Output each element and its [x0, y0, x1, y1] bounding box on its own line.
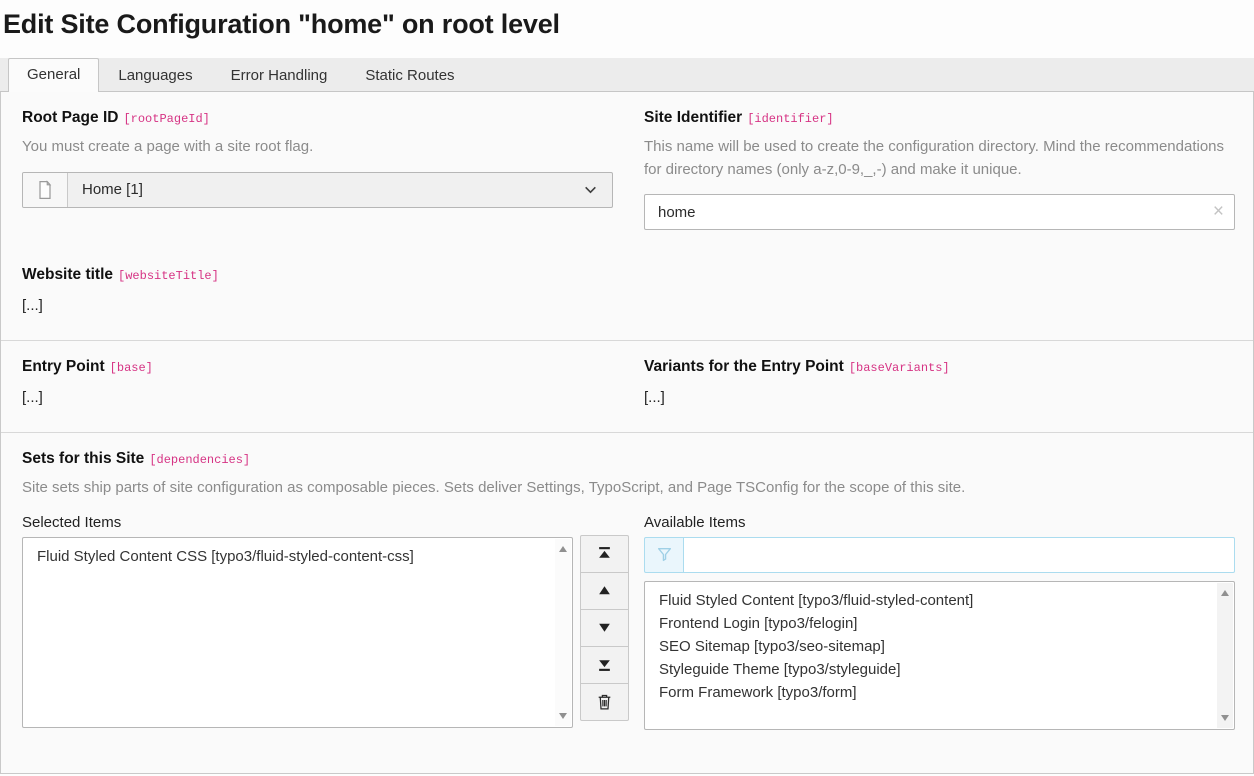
- field-label: Site Identifier [identifier]: [644, 109, 1235, 127]
- tab-general[interactable]: General: [8, 58, 99, 92]
- field-label-text: Website title: [22, 266, 113, 283]
- field-label-text: Variants for the Entry Point: [644, 358, 844, 375]
- base-variants-collapsed-toggle[interactable]: [...]: [644, 389, 665, 406]
- move-up-button[interactable]: [580, 572, 629, 610]
- available-items-list[interactable]: Fluid Styled Content [typo3/fluid-styled…: [644, 581, 1235, 730]
- field-base-variants: Variants for the Entry Point [baseVariant…: [644, 358, 1235, 406]
- tabbar: General Languages Error Handling Static …: [0, 58, 1254, 92]
- scroll-up-icon[interactable]: [1221, 590, 1229, 596]
- field-code: [baseVariants]: [849, 361, 950, 375]
- scroll-down-icon[interactable]: [1221, 715, 1229, 721]
- move-down-button[interactable]: [580, 609, 629, 647]
- list-item[interactable]: SEO Sitemap [typo3/seo-sitemap]: [659, 635, 1208, 658]
- section-entry-point: Entry Point [base] [...] Variants for the…: [1, 341, 1253, 433]
- move-to-top-button[interactable]: [580, 535, 629, 573]
- list-item[interactable]: Styleguide Theme [typo3/styleguide]: [659, 658, 1208, 681]
- available-items-label: Available Items: [644, 514, 1235, 531]
- page-icon: [23, 173, 68, 207]
- field-label-text: Root Page ID: [22, 109, 118, 126]
- field-label: Root Page ID [rootPageId]: [22, 109, 613, 127]
- move-up-icon: [597, 583, 612, 598]
- website-title-collapsed-toggle[interactable]: [...]: [22, 297, 43, 314]
- field-code: [identifier]: [747, 112, 833, 126]
- field-site-identifier: Site Identifier [identifier] This name wi…: [644, 109, 1235, 230]
- move-top-icon: [597, 546, 612, 561]
- field-code: [dependencies]: [149, 453, 250, 467]
- clear-icon[interactable]: ×: [1213, 202, 1224, 221]
- field-root-page-id: Root Page ID [rootPageId] You must create…: [22, 109, 613, 230]
- tab-content-panel: Root Page ID [rootPageId] You must create…: [0, 92, 1254, 774]
- field-code: [base]: [110, 361, 153, 375]
- multiselect-button-column: [580, 535, 629, 730]
- list-item[interactable]: Fluid Styled Content [typo3/fluid-styled…: [659, 589, 1208, 612]
- trash-icon: [596, 693, 613, 711]
- root-page-select[interactable]: Home [1]: [22, 172, 613, 208]
- page-title: Edit Site Configuration "home" on root l…: [0, 0, 1254, 58]
- field-code: [websiteTitle]: [118, 269, 219, 283]
- delete-button[interactable]: [580, 683, 629, 721]
- site-identifier-input[interactable]: [644, 194, 1235, 230]
- field-label-text: Site Identifier: [644, 109, 742, 126]
- field-label-text: Sets for this Site: [22, 450, 144, 467]
- scroll-down-icon[interactable]: [559, 713, 567, 719]
- field-website-title: Website title [websiteTitle] [...]: [22, 266, 1235, 314]
- tab-error-handling[interactable]: Error Handling: [212, 59, 347, 92]
- scrollbar[interactable]: [555, 539, 571, 726]
- field-entry-point: Entry Point [base] [...]: [22, 358, 613, 406]
- scrollbar[interactable]: [1217, 583, 1233, 728]
- available-items-filter: [644, 537, 1235, 573]
- field-label: Entry Point [base]: [22, 358, 613, 376]
- field-description: You must create a page with a site root …: [22, 136, 613, 159]
- scroll-up-icon[interactable]: [559, 546, 567, 552]
- field-label-text: Entry Point: [22, 358, 105, 375]
- tab-static-routes[interactable]: Static Routes: [346, 59, 473, 92]
- list-item[interactable]: Frontend Login [typo3/felogin]: [659, 612, 1208, 635]
- tab-languages[interactable]: Languages: [99, 59, 211, 92]
- root-page-select-value: Home [1]: [68, 173, 612, 207]
- section-root-identifier: Root Page ID [rootPageId] You must create…: [1, 92, 1253, 341]
- entry-point-collapsed-toggle[interactable]: [...]: [22, 389, 43, 406]
- field-label: Website title [websiteTitle]: [22, 266, 1235, 284]
- available-items-filter-input[interactable]: [684, 537, 1235, 573]
- chevron-down-icon: [583, 182, 598, 197]
- list-item[interactable]: Form Framework [typo3/form]: [659, 681, 1208, 704]
- section-dependencies: Sets for this Site [dependencies] Site se…: [1, 433, 1253, 756]
- field-code: [rootPageId]: [123, 112, 209, 126]
- move-down-icon: [597, 620, 612, 635]
- field-label: Variants for the Entry Point [baseVariant…: [644, 358, 1235, 376]
- field-label: Sets for this Site [dependencies]: [22, 450, 1235, 468]
- selected-items-label: Selected Items: [22, 514, 573, 531]
- move-to-bottom-button[interactable]: [580, 646, 629, 684]
- selected-items-list[interactable]: Fluid Styled Content CSS [typo3/fluid-st…: [22, 537, 573, 728]
- filter-funnel-icon: [644, 537, 684, 573]
- list-item[interactable]: Fluid Styled Content CSS [typo3/fluid-st…: [37, 545, 546, 568]
- selected-option-text: Home [1]: [82, 181, 143, 198]
- field-description: This name will be used to create the con…: [644, 136, 1235, 181]
- move-bottom-icon: [597, 657, 612, 672]
- field-description: Site sets ship parts of site configurati…: [22, 477, 1235, 500]
